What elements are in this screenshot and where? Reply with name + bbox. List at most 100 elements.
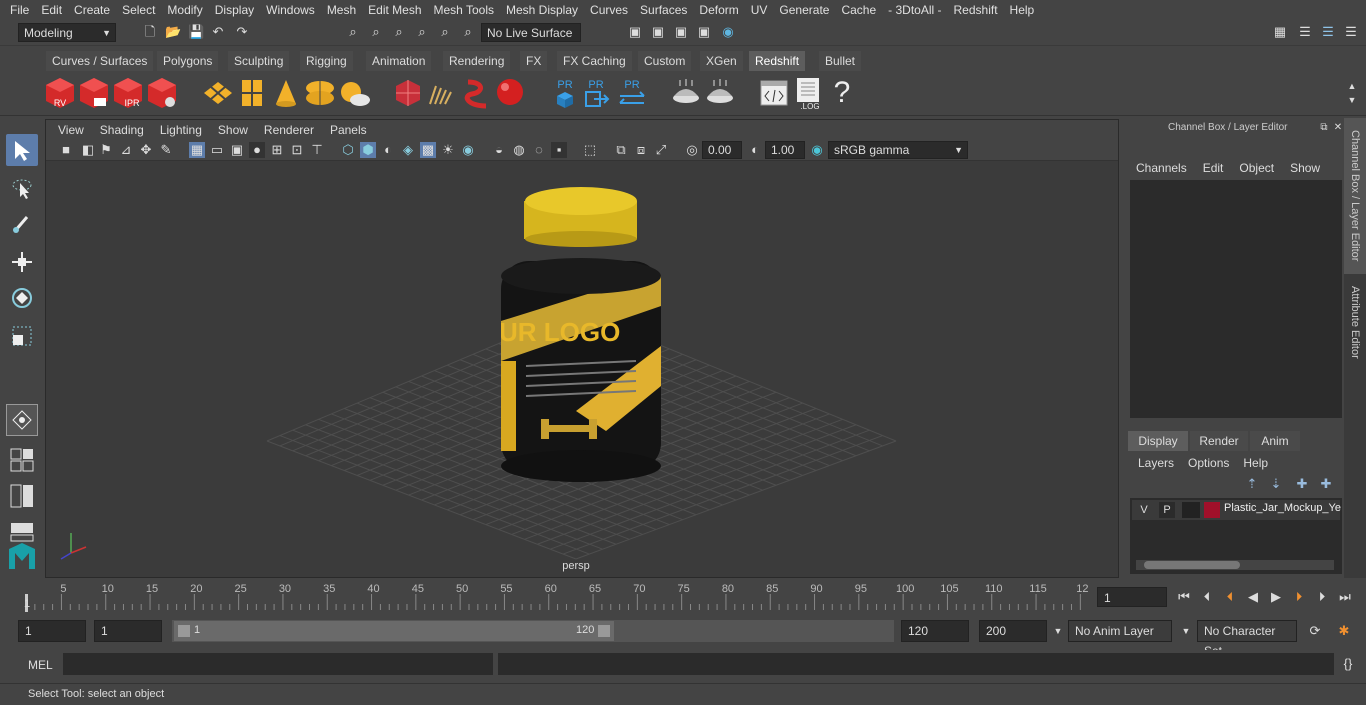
layer-display-type[interactable]: [1182, 502, 1200, 518]
side-tab-attribute-editor[interactable]: Attribute Editor: [1344, 278, 1366, 378]
isolate-select-icon[interactable]: ▪: [551, 142, 567, 158]
snap-grid-icon[interactable]: ⌕: [414, 24, 430, 40]
viewport-menu-shading[interactable]: Shading: [92, 123, 152, 137]
current-frame-field[interactable]: 1: [1097, 587, 1167, 607]
menu-display[interactable]: Display: [209, 3, 260, 17]
use-all-lights-icon[interactable]: ▩: [420, 142, 436, 158]
layer-menu-layers[interactable]: Layers: [1138, 456, 1174, 470]
paint-select-tool-icon[interactable]: [6, 208, 38, 240]
redo-icon[interactable]: ↷: [234, 24, 250, 40]
xray-icon[interactable]: ⬚: [582, 142, 598, 158]
wireframe-on-shaded-icon[interactable]: ◐: [380, 142, 396, 158]
new-layer-icon[interactable]: ✚: [1294, 476, 1310, 492]
camera-attributes-icon[interactable]: ◧: [80, 142, 96, 158]
render-settings-icon[interactable]: ▣: [627, 24, 643, 40]
tool-settings-icon[interactable]: ☰: [1320, 24, 1336, 40]
shelf-tab-curves-surfaces[interactable]: Curves / Surfaces: [46, 51, 154, 71]
layer-row[interactable]: V P Plastic_Jar_Mockup_Ye: [1132, 500, 1341, 520]
image-plane-icon[interactable]: ⊿: [118, 142, 134, 158]
wireframe-icon[interactable]: ⬡: [340, 142, 356, 158]
step-back-frame-icon[interactable]: ⏴: [1199, 589, 1215, 605]
layer-menu-options[interactable]: Options: [1188, 456, 1229, 470]
animation-end-field[interactable]: 200: [979, 620, 1047, 642]
step-forward-frame-icon[interactable]: ⏵: [1314, 589, 1330, 605]
new-scene-icon[interactable]: 🗋: [142, 24, 158, 40]
shelf-tab-xgen[interactable]: XGen: [700, 51, 743, 71]
menu-curves[interactable]: Curves: [584, 3, 634, 17]
hair-icon[interactable]: [426, 76, 458, 110]
channel-menu-edit[interactable]: Edit: [1203, 161, 1224, 175]
menu-mesh-display[interactable]: Mesh Display: [500, 3, 584, 17]
ipr-render-icon[interactable]: ▣: [673, 24, 689, 40]
menu-modify[interactable]: Modify: [161, 3, 208, 17]
menu-redshift[interactable]: Redshift: [948, 3, 1004, 17]
shelf-tab-custom[interactable]: Custom: [638, 51, 692, 71]
proxy-icon[interactable]: [392, 76, 424, 110]
gamma-icon[interactable]: ◐: [747, 142, 763, 158]
camera-icon[interactable]: ■: [58, 142, 74, 158]
pr-object-icon[interactable]: PR: [549, 76, 581, 110]
new-layer-selected-icon[interactable]: ✚: [1318, 476, 1334, 492]
multisample-aa-icon[interactable]: ◍: [511, 142, 527, 158]
layer-tab-anim[interactable]: Anim: [1250, 431, 1300, 451]
anim-layer-dropdown[interactable]: No Anim Layer: [1068, 620, 1172, 642]
field-chart-icon[interactable]: ⊞: [269, 142, 285, 158]
step-back-key-icon[interactable]: ⏴: [1222, 589, 1238, 605]
show-manipulator-icon[interactable]: [6, 404, 38, 436]
shelf-tab-rendering[interactable]: Rendering: [443, 51, 511, 71]
redshift-ipr-icon[interactable]: IPR: [112, 76, 144, 110]
area-light-icon[interactable]: [202, 76, 234, 110]
shelf-tab-fx[interactable]: FX: [520, 51, 548, 71]
safe-title-icon[interactable]: ⊤: [309, 142, 325, 158]
sun-sky-icon[interactable]: [338, 76, 370, 110]
depth-of-field-icon[interactable]: ◌: [531, 142, 547, 158]
layer-color-swatch[interactable]: [1204, 502, 1220, 518]
redshift-batch-render-icon[interactable]: [78, 76, 110, 110]
select-object-icon[interactable]: ⌕: [368, 24, 384, 40]
viewport-menu-view[interactable]: View: [50, 123, 92, 137]
range-slider-left-grip[interactable]: [178, 625, 190, 637]
side-tab-channel-box[interactable]: Channel Box / Layer Editor: [1344, 118, 1366, 274]
menu-surfaces[interactable]: Surfaces: [634, 3, 693, 17]
layer-scrollbar[interactable]: [1136, 560, 1334, 570]
gate-mask-icon[interactable]: ●: [249, 142, 265, 158]
range-slider-handle[interactable]: 1 120: [174, 621, 614, 641]
menu-3dtoall[interactable]: - 3DtoAll -: [882, 3, 947, 17]
save-scene-icon[interactable]: 💾: [188, 24, 204, 40]
rotate-tool-icon[interactable]: [6, 282, 38, 314]
range-slider-right-grip[interactable]: [598, 625, 610, 637]
menu-cache[interactable]: Cache: [835, 3, 882, 17]
undo-icon[interactable]: ↶: [210, 24, 226, 40]
menu-create[interactable]: Create: [68, 3, 116, 17]
shelf-tab-animation[interactable]: Animation: [366, 51, 432, 71]
viewport-menu-panels[interactable]: Panels: [322, 123, 375, 137]
viewport-scene[interactable]: UR LOGO persp: [46, 161, 1118, 577]
viewport-menu-show[interactable]: Show: [210, 123, 256, 137]
layer-visibility-toggle[interactable]: V: [1136, 502, 1152, 518]
help-icon[interactable]: ?: [826, 76, 858, 110]
menu-mesh[interactable]: Mesh: [321, 3, 362, 17]
select-tool-icon[interactable]: [6, 134, 38, 166]
layout-icon[interactable]: ☰: [1297, 24, 1313, 40]
menu-help[interactable]: Help: [1004, 3, 1041, 17]
menu-select[interactable]: Select: [116, 3, 161, 17]
grease-pencil-icon[interactable]: ✎: [158, 142, 174, 158]
animation-start-field[interactable]: 1: [18, 620, 86, 642]
grid-toggle-icon[interactable]: ▦: [189, 142, 205, 158]
time-ruler[interactable]: 5 10 15 20 25 30 35 40 45 50 55 60 65 70 75 80 85 90 95 100…: [0, 580, 1095, 614]
playback-end-field[interactable]: 120: [901, 620, 969, 642]
smooth-shade-icon[interactable]: ⬢: [360, 142, 376, 158]
go-to-start-icon[interactable]: ⏮: [1176, 589, 1192, 605]
screen-space-ao-icon[interactable]: ◉: [460, 142, 476, 158]
step-forward-key-icon[interactable]: ⏵: [1291, 589, 1307, 605]
shelf-tab-rigging[interactable]: Rigging: [300, 51, 353, 71]
live-surface-field[interactable]: No Live Surface: [481, 23, 581, 42]
channel-box-toggle-icon[interactable]: ☰: [1343, 24, 1359, 40]
exposure-field[interactable]: 0.00: [702, 141, 742, 159]
channel-list[interactable]: [1130, 180, 1342, 418]
move-tool-icon[interactable]: [6, 246, 38, 278]
layer-playback-toggle[interactable]: P: [1159, 502, 1175, 518]
layer-tab-display[interactable]: Display: [1128, 431, 1188, 451]
layer-menu-help[interactable]: Help: [1243, 456, 1268, 470]
snap-point-icon[interactable]: ⌕: [460, 24, 476, 40]
